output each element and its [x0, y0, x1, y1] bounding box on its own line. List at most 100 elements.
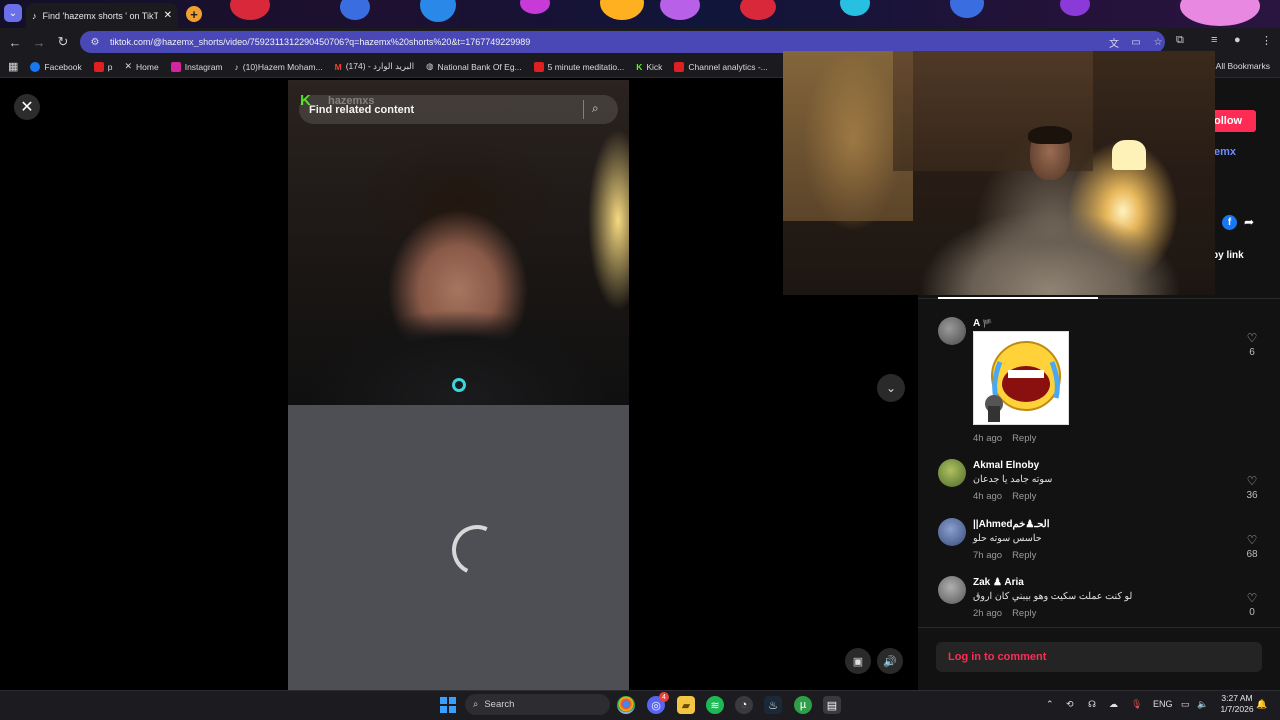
reply-button[interactable]: Reply [1012, 491, 1036, 502]
bookmark-analytics[interactable]: Channel analytics -... [674, 61, 768, 72]
heart-icon: ♡ [1246, 474, 1258, 488]
bookmark-instagram[interactable]: Instagram [170, 61, 223, 72]
globe-icon: ◍ [426, 61, 434, 71]
bookmark-home[interactable]: ✕ Home [124, 61, 158, 72]
next-video-button[interactable]: ⌄ [877, 374, 905, 402]
forward-icon[interactable]: → [30, 33, 48, 51]
bookmark-label: Home [136, 61, 159, 72]
language-indicator[interactable]: ENG [1153, 699, 1173, 709]
utorrent-icon[interactable]: µ [794, 696, 812, 714]
reply-button[interactable]: Reply [1012, 550, 1036, 561]
login-to-comment-button[interactable]: Log in to comment [936, 642, 1262, 672]
discord-icon[interactable]: ◎ 4 [647, 692, 669, 714]
bookmark-kick[interactable]: K Kick [636, 62, 662, 72]
laughing-emoji-sticker [973, 331, 1069, 425]
floating-player-icon[interactable]: ▣ [845, 648, 871, 674]
reload-icon[interactable]: ↻ [54, 33, 72, 51]
menu-icon[interactable]: ⋮ [1261, 34, 1272, 47]
bookmark-label: 5 minute meditatio... [547, 61, 625, 72]
heart-icon: ♡ [1246, 331, 1258, 345]
kick-icon: K [636, 61, 643, 72]
comment-meta: 4h ago Reply [973, 433, 1037, 444]
new-tab-button[interactable]: + [186, 6, 202, 22]
clock-date: 1/7/2026 [1220, 704, 1254, 714]
avatar[interactable] [938, 317, 966, 345]
site-settings-icon[interactable]: ⚙ [88, 37, 102, 48]
gmail-icon: M [334, 61, 342, 72]
comment-username[interactable]: A 🏴 [973, 318, 993, 329]
notification-badge: 4 [659, 692, 669, 702]
bookmark-tiktok[interactable]: ♪ (10)Hazem Moham... [235, 62, 323, 72]
facebook-share-icon[interactable]: f [1222, 215, 1237, 230]
search-icon[interactable]: ⌕ [592, 101, 599, 116]
avatar[interactable] [938, 459, 966, 487]
bookmark-gmail[interactable]: M (174) - البريد الوارد [335, 61, 415, 72]
bookmark-p[interactable]: p [93, 61, 113, 72]
bookmark-label: Kick [646, 61, 663, 72]
apps-icon[interactable]: ▦ [8, 60, 18, 73]
search-divider [583, 100, 584, 119]
translate-icon[interactable]: 文 [1107, 35, 1121, 50]
microphone-icon[interactable]: 🎙 [1131, 699, 1142, 710]
comment-username[interactable]: Akmal Elnoby [973, 460, 1039, 471]
spotify-icon[interactable]: ≋ [706, 696, 724, 714]
network-icon[interactable]: ▭ [1181, 699, 1190, 710]
address-bar[interactable]: ⚙ tiktok.com/@hazemx_shorts/video/759231… [80, 31, 1165, 53]
avatar[interactable] [938, 576, 966, 604]
like-count: 36 [1246, 490, 1258, 501]
close-video-button[interactable]: ✕ [14, 94, 40, 120]
taskbar-search-label: Search [484, 699, 515, 710]
chrome-icon[interactable] [617, 696, 635, 714]
like-button[interactable]: ♡ 6 [1241, 331, 1263, 358]
webcam-person [900, 170, 1190, 295]
comment-username[interactable]: Zak ♟ Aria [973, 577, 1024, 588]
back-icon[interactable]: ← [6, 33, 24, 51]
copy-link-button[interactable]: py link [1212, 250, 1244, 261]
like-button[interactable]: ♡ 0 [1241, 591, 1263, 618]
bookmark-bank[interactable]: ◍ National Bank Of Eg... [426, 61, 522, 72]
taskbar-search[interactable]: ⌕ Search [465, 694, 610, 715]
search-input[interactable]: Find related content [299, 95, 618, 124]
notifications-icon[interactable]: 🔔 [1256, 699, 1267, 710]
sync-icon[interactable]: ⟲ [1066, 699, 1074, 710]
bookmark-label: National Bank Of Eg... [437, 61, 522, 72]
cloud-icon[interactable]: ☁ [1109, 699, 1118, 710]
all-bookmarks[interactable]: All Bookmarks [1216, 61, 1270, 71]
tray-overflow-icon[interactable]: ⌃ [1046, 699, 1054, 710]
reply-button[interactable]: Reply [1012, 608, 1036, 619]
tab-title: Find 'hazemx shorts ' on TikTok [42, 10, 158, 21]
queue-icon[interactable]: ≡ [1211, 34, 1217, 46]
steam-icon[interactable]: ♨ [764, 696, 782, 714]
volume-icon[interactable]: 🔊 [877, 648, 903, 674]
bookmark-facebook[interactable]: Facebook [30, 61, 82, 72]
extensions-icon[interactable]: ⧉ [1176, 34, 1184, 47]
close-tab-icon[interactable]: ✕ [164, 10, 172, 21]
cast-icon[interactable]: ▭ [1129, 37, 1143, 48]
like-count: 0 [1249, 607, 1255, 618]
app-icon[interactable]: ▤ [823, 696, 841, 714]
author-name[interactable]: emx [1214, 146, 1236, 158]
share-arrow-icon[interactable]: ➦ [1244, 215, 1254, 229]
webcam-lamp [1112, 140, 1146, 170]
file-explorer-icon[interactable]: ▰ [677, 696, 695, 714]
avatar[interactable] [938, 518, 966, 546]
bookmark-meditation[interactable]: 5 minute meditatio... [533, 61, 625, 72]
comment-username[interactable]: ||Ahmedالحـ♟خم [973, 519, 1050, 530]
windows-start-icon[interactable] [440, 697, 456, 713]
tab-search-button[interactable]: ⌄ [4, 4, 22, 22]
profile-avatar-icon[interactable]: ● [1234, 34, 1241, 46]
webcam-person-hair [1028, 126, 1072, 144]
app-icon[interactable]: ◔ [735, 696, 753, 714]
headset-icon[interactable]: ☊ [1088, 699, 1096, 710]
speaker-icon[interactable]: 🔈 [1197, 699, 1208, 710]
bookmark-label: p [107, 61, 113, 72]
tab-active[interactable]: ♪ Find 'hazemx shorts ' on TikTok ✕ [26, 3, 178, 28]
reply-button[interactable]: Reply [1012, 433, 1036, 444]
system-clock[interactable]: 3:27 AM 1/7/2026 [1212, 693, 1262, 715]
comment-item: ||Ahmedالحـ♟خم حاسس سوته حلو 7h ago Reply… [938, 518, 1263, 564]
bookmark-label: Instagram [184, 61, 223, 72]
bookmark-star-icon[interactable]: ☆ [1151, 37, 1165, 48]
like-button[interactable]: ♡ 36 [1241, 474, 1263, 501]
clock-time: 3:27 AM [1221, 693, 1253, 703]
like-button[interactable]: ♡ 68 [1241, 533, 1263, 560]
